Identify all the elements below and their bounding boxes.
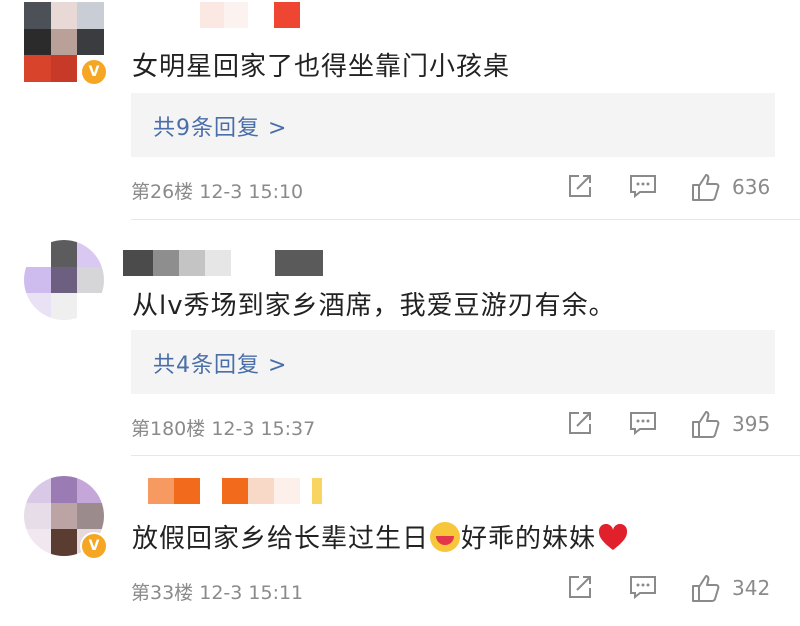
like-button[interactable]: 395 (690, 409, 780, 441)
floor-number: 第26楼 (131, 181, 194, 203)
like-count: 636 (732, 175, 771, 199)
like-button[interactable]: 342 (690, 573, 780, 605)
kiss-face-emoji-icon (430, 522, 461, 552)
avatar[interactable] (24, 240, 104, 320)
comment-button[interactable] (628, 573, 658, 605)
like-button[interactable]: 636 (690, 172, 780, 204)
comment-actions: 636 (560, 172, 780, 204)
view-replies-link[interactable]: 共9条回复 > (153, 110, 287, 142)
replies-box[interactable]: 共9条回复 > (131, 93, 775, 157)
floor-number: 第33楼 (131, 582, 194, 604)
comment-icon (630, 175, 656, 199)
comment-icon (630, 576, 656, 600)
like-count: 395 (732, 412, 771, 436)
comment-item: V 女明星回家了也得坐靠门小孩桌 共9条回复 > 第26楼 12-3 15:10… (0, 0, 800, 220)
comment-text: 女明星回家了也得坐靠门小孩桌 (132, 52, 511, 82)
share-button[interactable] (566, 573, 594, 605)
username[interactable] (148, 478, 348, 504)
red-heart-emoji-icon (599, 524, 628, 550)
share-button[interactable] (566, 409, 594, 441)
like-icon (692, 411, 720, 438)
username[interactable] (200, 2, 310, 28)
comment-text: 放假回家乡给长辈过生日 好乖的妹妹 (132, 518, 628, 555)
comment-button[interactable] (628, 409, 658, 441)
comment-item: V 放假回家乡给长辈过生日 好乖的妹妹 第33楼 12-3 15:11 342 (0, 456, 800, 626)
timestamp: 12-3 15:11 (199, 582, 304, 604)
comment-actions: 395 (560, 409, 780, 441)
share-button[interactable] (566, 172, 594, 204)
like-icon (692, 575, 720, 602)
comment-text-part: 放假回家乡给长辈过生日 (132, 524, 430, 554)
comment-meta: 第33楼 12-3 15:11 (131, 578, 303, 605)
comment-text: 从lv秀场到家乡酒席，我爱豆游刃有余。 (132, 291, 616, 321)
comment-text-part: 好乖的妹妹 (461, 524, 597, 554)
comment-actions: 342 (560, 573, 780, 605)
like-icon (692, 174, 720, 201)
comment-item: 从lv秀场到家乡酒席，我爱豆游刃有余。 共4条回复 > 第180楼 12-3 1… (0, 220, 800, 456)
share-icon (569, 175, 591, 197)
verified-badge-icon: V (80, 532, 108, 560)
timestamp: 12-3 15:37 (211, 418, 316, 440)
floor-number: 第180楼 (131, 418, 206, 440)
comment-button[interactable] (628, 172, 658, 204)
share-icon (569, 576, 591, 598)
comment-meta: 第180楼 12-3 15:37 (131, 414, 315, 441)
share-icon (569, 412, 591, 434)
timestamp: 12-3 15:10 (199, 181, 304, 203)
username[interactable] (123, 250, 333, 276)
verified-badge-icon: V (80, 58, 108, 86)
comment-meta: 第26楼 12-3 15:10 (131, 177, 303, 204)
replies-box[interactable]: 共4条回复 > (131, 330, 775, 394)
like-count: 342 (732, 576, 771, 600)
comment-icon (630, 412, 656, 436)
view-replies-link[interactable]: 共4条回复 > (153, 347, 287, 379)
